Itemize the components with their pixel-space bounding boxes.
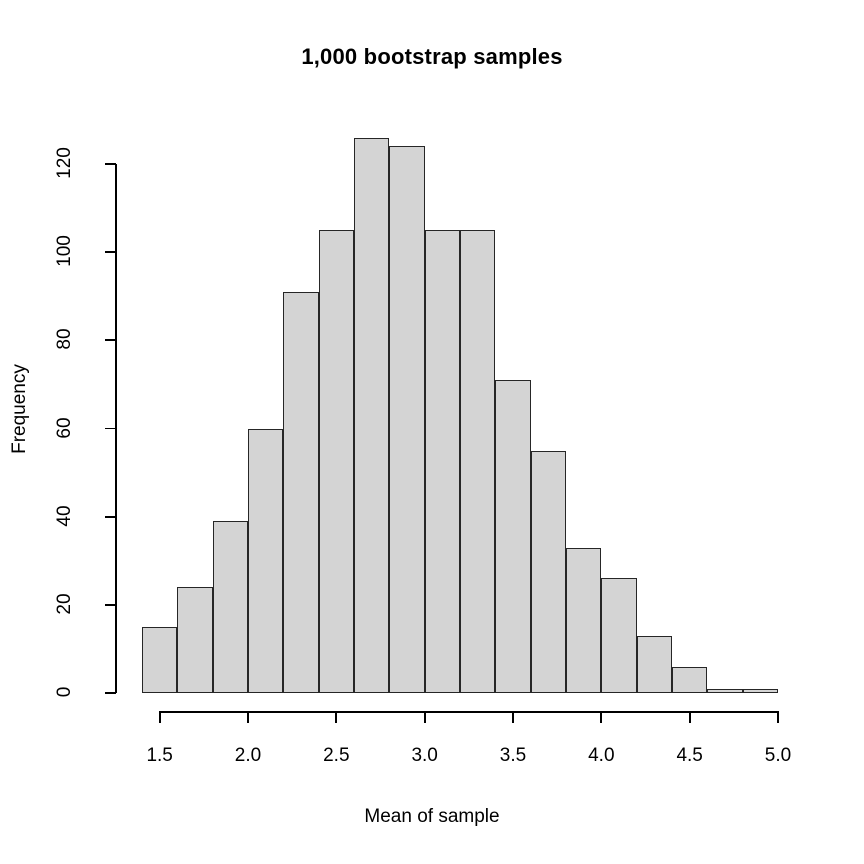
x-axis-tick	[688, 711, 691, 723]
x-axis-tick-label: 5.0	[764, 745, 792, 766]
y-axis-tick-label: 100	[54, 235, 75, 268]
x-axis-tick	[247, 711, 249, 723]
histogram-plot: 1,000 bootstrap samples 0 20 40 60 80 100 120 …	[0, 0, 864, 864]
x-axis-label: Mean of sample	[364, 806, 500, 827]
histogram-bar	[389, 146, 425, 693]
histogram-bar	[742, 688, 778, 693]
x-axis-tick	[600, 711, 603, 723]
x-axis-tick-label: 3.0	[411, 745, 438, 766]
x-axis-tick-label: 2.0	[234, 745, 262, 766]
y-axis-tick	[105, 515, 116, 518]
histogram-bar	[354, 137, 390, 693]
y-axis-tick	[105, 603, 116, 606]
histogram-bar	[530, 450, 566, 693]
y-axis-tick-label: 40	[54, 505, 75, 527]
histogram-bar	[672, 666, 708, 693]
x-axis-tick	[158, 711, 161, 723]
histogram-bar	[212, 521, 248, 693]
y-axis-tick	[105, 339, 116, 342]
y-axis-tick	[105, 427, 116, 430]
x-axis-tick-label: 4.5	[676, 745, 703, 766]
x-axis-tick-label: 3.5	[499, 745, 527, 766]
bar-series	[0, 0, 864, 864]
histogram-bar	[707, 688, 743, 693]
histogram-bar	[283, 291, 319, 693]
y-axis-tick-label: 0	[54, 686, 75, 698]
x-axis-tick	[512, 711, 514, 723]
plot-panel: 0 20 40 60 80 100 120 Frequency 1.5 2.0 2.5 3.0 3.…	[0, 0, 864, 864]
histogram-bar	[495, 380, 531, 693]
histogram-bar	[177, 587, 213, 693]
y-axis-label: Frequency	[9, 364, 30, 454]
y-axis-tick-label: 80	[54, 328, 75, 350]
x-axis-tick	[777, 711, 779, 723]
y-axis-tick-label: 20	[54, 593, 75, 615]
y-axis-tick-label: 60	[54, 416, 75, 439]
histogram-bar	[566, 547, 602, 693]
x-axis-tick	[335, 711, 338, 723]
y-axis-tick	[105, 251, 116, 254]
x-axis-tick-label: 2.5	[323, 745, 350, 766]
y-axis-tick	[105, 692, 116, 694]
histogram-bar	[601, 578, 637, 693]
x-axis-tick	[423, 711, 426, 723]
histogram-bar	[142, 626, 178, 693]
y-axis-tick-label: 120	[54, 147, 75, 179]
histogram-bar	[318, 230, 354, 693]
x-axis-tick-label: 4.0	[588, 745, 615, 766]
histogram-bar	[424, 230, 460, 693]
y-axis-tick	[105, 163, 116, 165]
histogram-bar	[636, 635, 672, 693]
x-axis-line	[160, 711, 778, 713]
histogram-bar	[460, 230, 496, 693]
histogram-bar	[248, 428, 284, 693]
x-axis-tick-label: 1.5	[146, 745, 173, 766]
